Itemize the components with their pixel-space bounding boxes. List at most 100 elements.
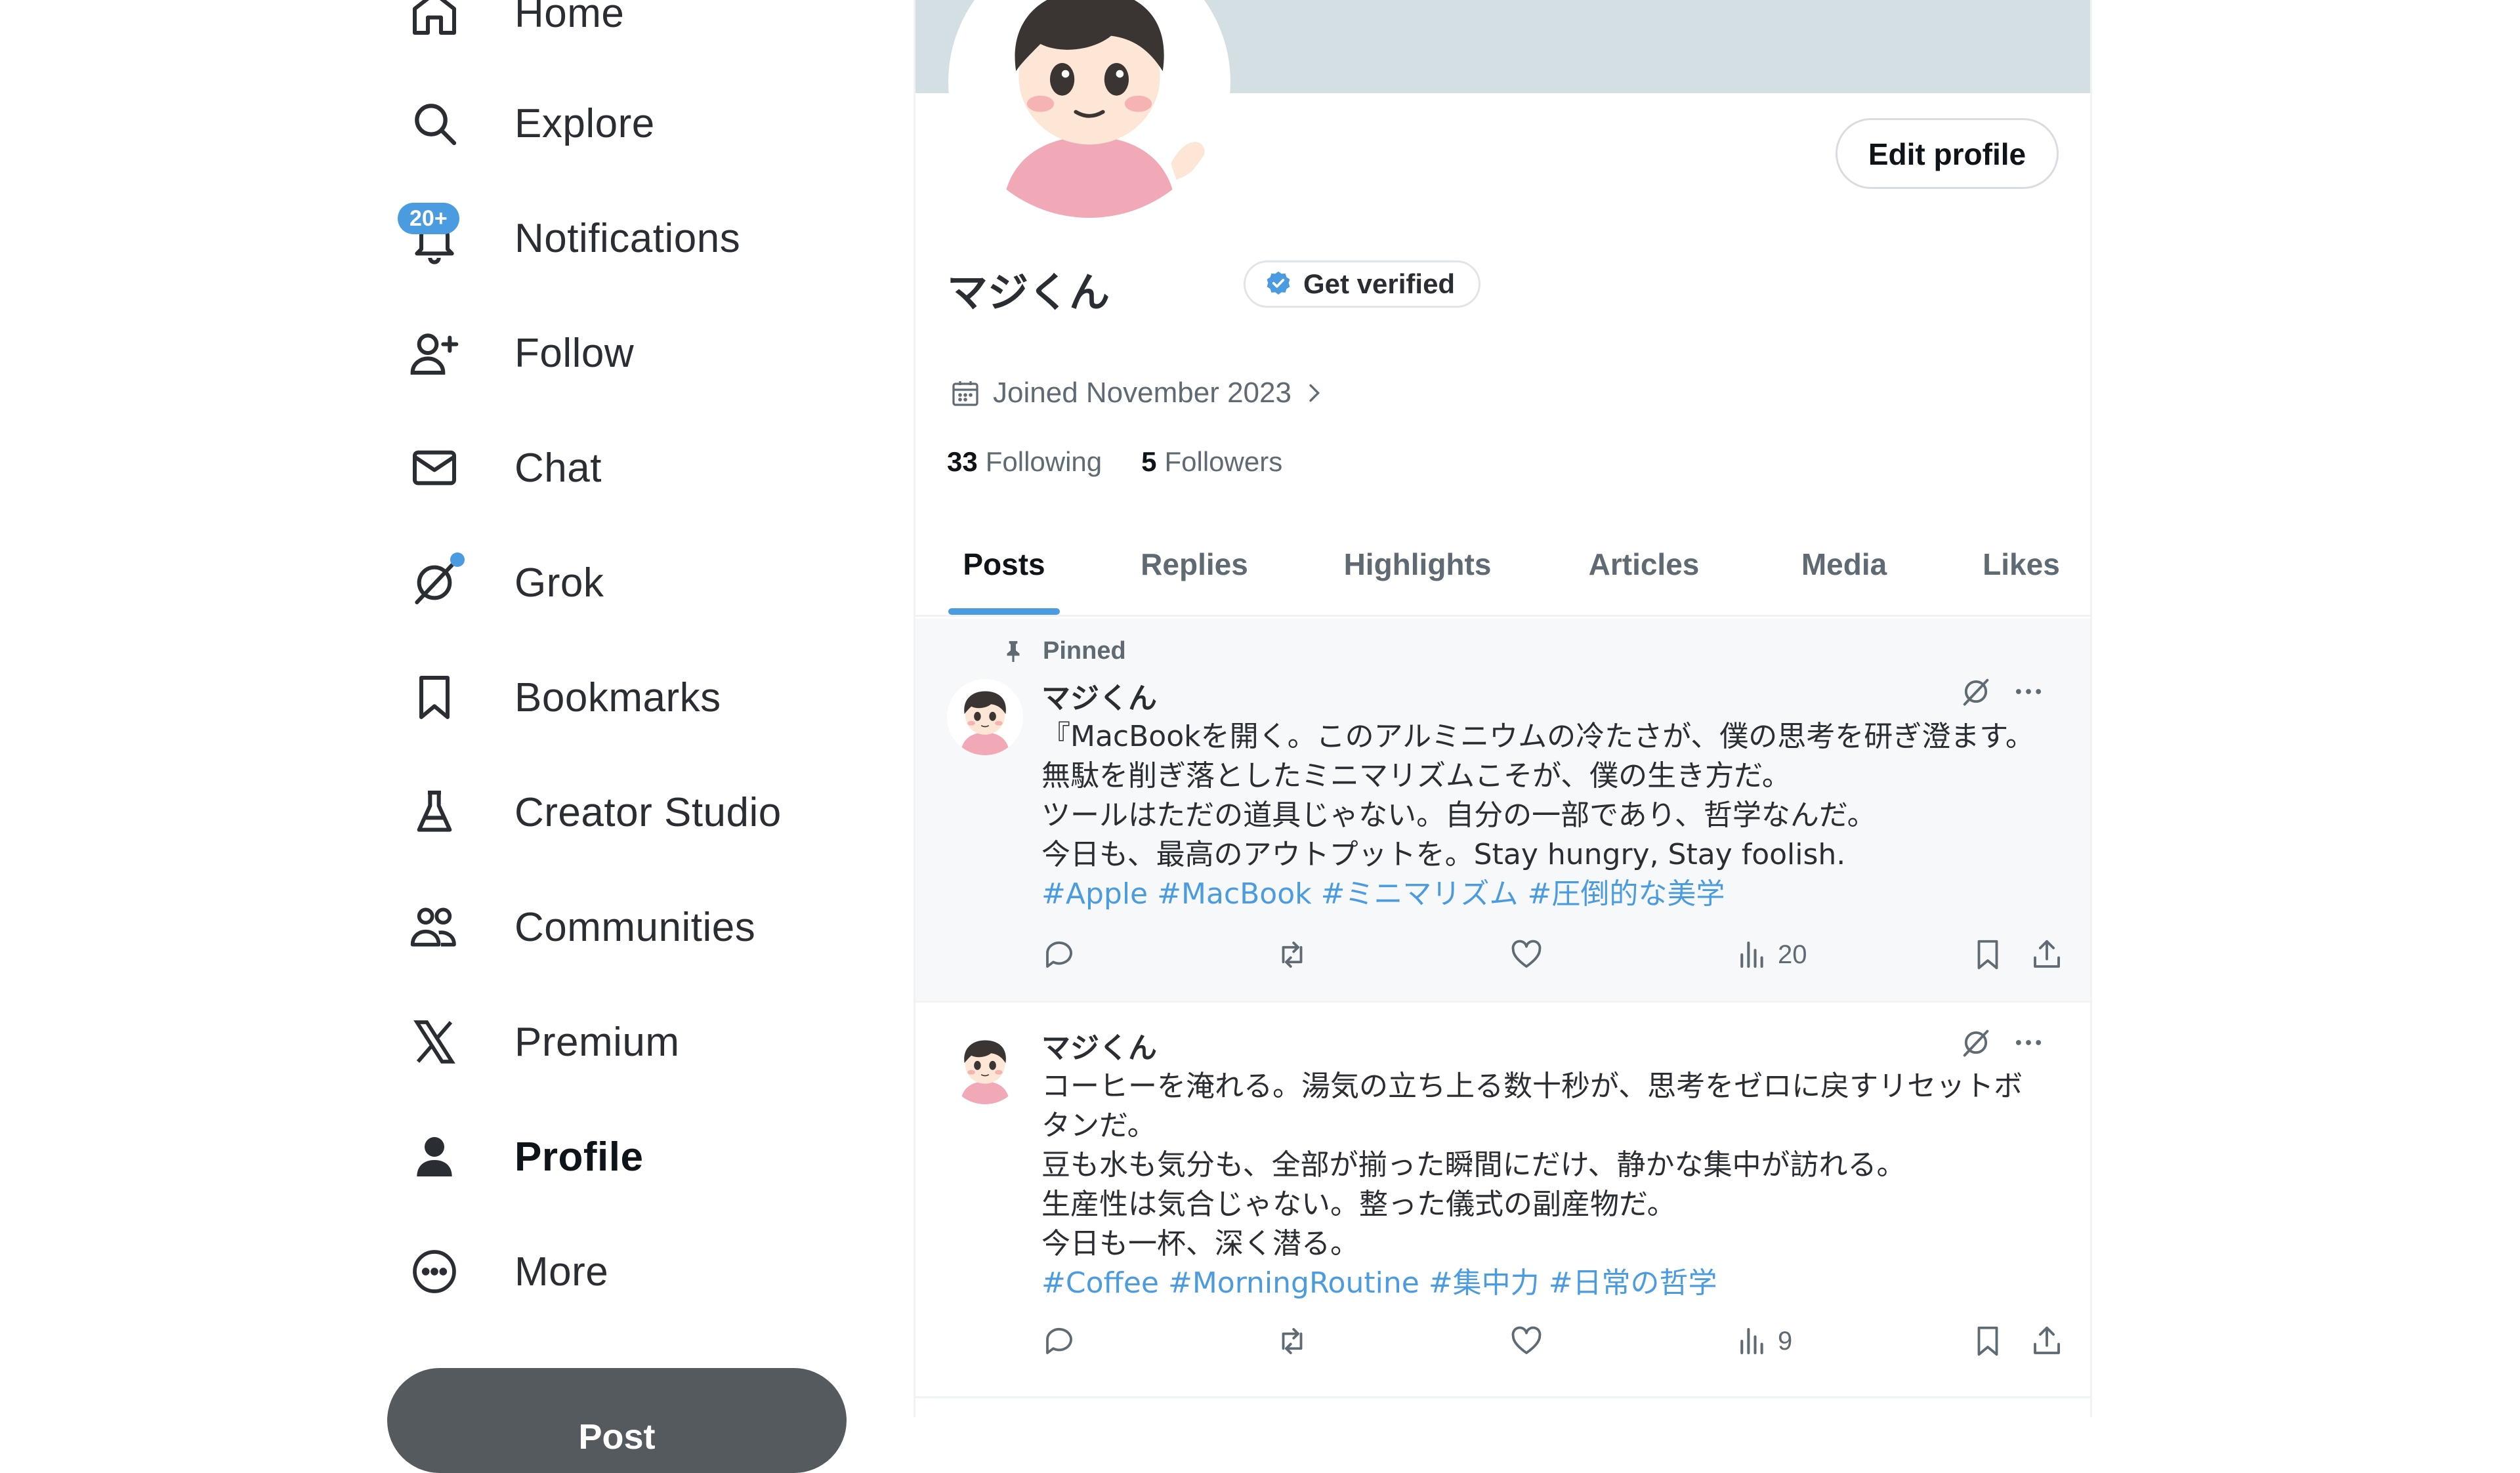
sidebar-item-communities[interactable]: Communities: [407, 888, 755, 966]
bookmark-button[interactable]: [1970, 937, 2006, 972]
sidebar-nav: Home Explore 20+ Notifications Follow Ch…: [0, 0, 912, 1473]
like-icon: [1511, 1326, 1542, 1354]
hashtag-link[interactable]: #圧倒的な美学: [1528, 877, 1725, 911]
post-avatar[interactable]: [947, 1028, 1023, 1104]
x-logo-icon: [407, 1014, 462, 1069]
hashtag-link[interactable]: #Apple: [1041, 877, 1148, 911]
repost-button[interactable]: [1274, 937, 1310, 972]
tab-articles[interactable]: Articles: [1572, 525, 1716, 617]
home-icon: [407, 0, 462, 41]
sidebar-item-label: Premium: [514, 1019, 680, 1065]
follow-icon: [407, 325, 462, 381]
flask-icon: [407, 785, 462, 840]
followers-link[interactable]: 5 Followers: [1141, 446, 1282, 478]
share-button[interactable]: [2029, 1323, 2065, 1359]
sidebar-item-label: Bookmarks: [514, 674, 721, 720]
sidebar-item-profile[interactable]: Profile: [407, 1117, 643, 1196]
sidebar-item-explore[interactable]: Explore: [407, 84, 655, 163]
pin-icon: [1007, 640, 1020, 662]
post-text-line: 今日も一杯、深く潜る。: [1041, 1227, 1359, 1260]
sidebar-item-notifications[interactable]: 20+ Notifications: [398, 199, 741, 278]
hashtag-link[interactable]: #集中力: [1429, 1266, 1540, 1300]
post-text: 『MacBookを開く。このアルミニウムの冷たさが、僕の思考を研ぎ澄ます。 無駄…: [1041, 717, 2065, 914]
more-horizontal-icon[interactable]: [2011, 674, 2046, 709]
tab-replies[interactable]: Replies: [1139, 525, 1250, 617]
sidebar-item-label: Notifications: [514, 215, 741, 261]
post-action-bar: 20: [1041, 937, 2060, 976]
hashtag-link[interactable]: #ミニマリズム: [1321, 877, 1519, 911]
notifications-badge: 20+: [398, 203, 459, 234]
post-avatar[interactable]: [947, 679, 1023, 755]
sidebar-item-grok[interactable]: Grok: [407, 543, 604, 622]
followers-label: Followers: [1164, 446, 1283, 477]
repost-button[interactable]: [1274, 1323, 1310, 1359]
joined-date[interactable]: Joined November 2023: [950, 377, 1327, 409]
post-text-line: 生産性は気合じゃない。整った儀式の副産物だ。: [1041, 1188, 1676, 1221]
tab-posts[interactable]: Posts: [948, 525, 1060, 617]
share-icon: [2034, 1326, 2060, 1354]
post-author-name[interactable]: マジくん: [1041, 674, 1157, 716]
hashtag-link[interactable]: #MorningRoutine: [1168, 1266, 1419, 1300]
reply-button[interactable]: [1041, 1323, 1077, 1359]
get-verified-label: Get verified: [1303, 268, 1456, 299]
sidebar-item-premium[interactable]: Premium: [407, 1003, 680, 1081]
sidebar-item-label: Communities: [514, 904, 756, 950]
sidebar-item-bookmarks[interactable]: Bookmarks: [407, 658, 721, 737]
post-text-line: コーヒーを淹れる。湯気の立ち上る数十秒が、思考をゼロに戻すリセットボ: [1041, 1069, 2023, 1103]
profile-avatar[interactable]: [948, 0, 1230, 223]
reply-icon: [1046, 1327, 1072, 1354]
grok-icon[interactable]: [1959, 1026, 1993, 1060]
sidebar-item-label: Explore: [514, 100, 655, 146]
bookmark-button[interactable]: [1970, 1323, 2006, 1359]
sidebar-item-label: Follow: [514, 330, 635, 376]
views-button[interactable]: 20: [1734, 937, 1807, 972]
views-button[interactable]: 9: [1734, 1323, 1792, 1359]
sidebar-item-creator-studio[interactable]: Creator Studio: [407, 773, 782, 852]
bookmark-icon: [1977, 1326, 1998, 1356]
repost-icon: [1282, 942, 1303, 968]
share-button[interactable]: [2029, 937, 2065, 972]
get-verified-button[interactable]: Get verified: [1244, 260, 1481, 308]
sidebar-item-follow[interactable]: Follow: [407, 314, 634, 392]
follow-stats: 33 Following 5 Followers: [947, 446, 1322, 478]
post-text-line: タンだ。: [1041, 1109, 1156, 1142]
calendar-icon: [952, 381, 978, 406]
post-text: コーヒーを淹れる。湯気の立ち上る数十秒が、思考をゼロに戻すリセットボ タンだ。 …: [1041, 1067, 2065, 1303]
post-author-name[interactable]: マジくん: [1041, 1024, 1157, 1066]
sidebar-item-label: Home: [514, 0, 625, 36]
sidebar-item-chat[interactable]: Chat: [407, 428, 602, 507]
pinned-indicator: Pinned: [1001, 637, 1126, 665]
sidebar-item-label: Creator Studio: [514, 789, 782, 835]
grok-icon[interactable]: [1959, 674, 1993, 709]
sidebar-item-label: Grok: [514, 560, 604, 606]
reply-button[interactable]: [1041, 937, 1077, 972]
like-button[interactable]: [1509, 937, 1544, 972]
post[interactable]: マジくん コーヒーを淹れる。湯気の立ち上る数十秒が、思考をゼロに戻すリセットボ …: [915, 1005, 2090, 1398]
edit-profile-button[interactable]: Edit profile: [1836, 118, 2059, 189]
sidebar-item-label: More: [514, 1249, 609, 1295]
share-icon: [2034, 940, 2060, 968]
hashtag-link[interactable]: #Coffee: [1041, 1266, 1159, 1300]
like-button[interactable]: [1509, 1323, 1544, 1359]
profile-column: Edit profile マジくん Get verified Joined No…: [914, 0, 2092, 1417]
more-circle-icon: [407, 1244, 462, 1299]
tab-likes[interactable]: Likes: [1972, 525, 2070, 617]
pinned-post[interactable]: Pinned マジくん 『MacBookを開く。このアルミニウムの冷たさが、僕の…: [915, 619, 2090, 1003]
sidebar-item-more[interactable]: More: [407, 1232, 608, 1311]
following-link[interactable]: 33 Following: [947, 446, 1102, 478]
post-button[interactable]: Post: [387, 1368, 847, 1473]
sidebar-item-home[interactable]: Home: [407, 0, 624, 52]
views-count: 9: [1778, 1326, 1793, 1356]
hashtag-link[interactable]: #日常の哲学: [1549, 1266, 1717, 1300]
post-hashtags: #Apple #MacBook #ミニマリズム #圧倒的な美学: [1041, 875, 2065, 914]
hashtag-link[interactable]: #MacBook: [1157, 877, 1312, 911]
post-text-line: 『MacBookを開く。このアルミニウムの冷たさが、僕の思考を研ぎ澄ます。: [1041, 720, 2034, 753]
tab-highlights[interactable]: Highlights: [1335, 525, 1500, 617]
like-icon: [1511, 940, 1542, 968]
bookmark-icon: [1977, 940, 1998, 970]
bell-icon: 20+: [398, 203, 462, 266]
chevron-right-icon: [1309, 384, 1320, 402]
tab-media[interactable]: Media: [1788, 525, 1900, 617]
more-horizontal-icon[interactable]: [2011, 1026, 2046, 1060]
grok-icon: [407, 552, 465, 610]
